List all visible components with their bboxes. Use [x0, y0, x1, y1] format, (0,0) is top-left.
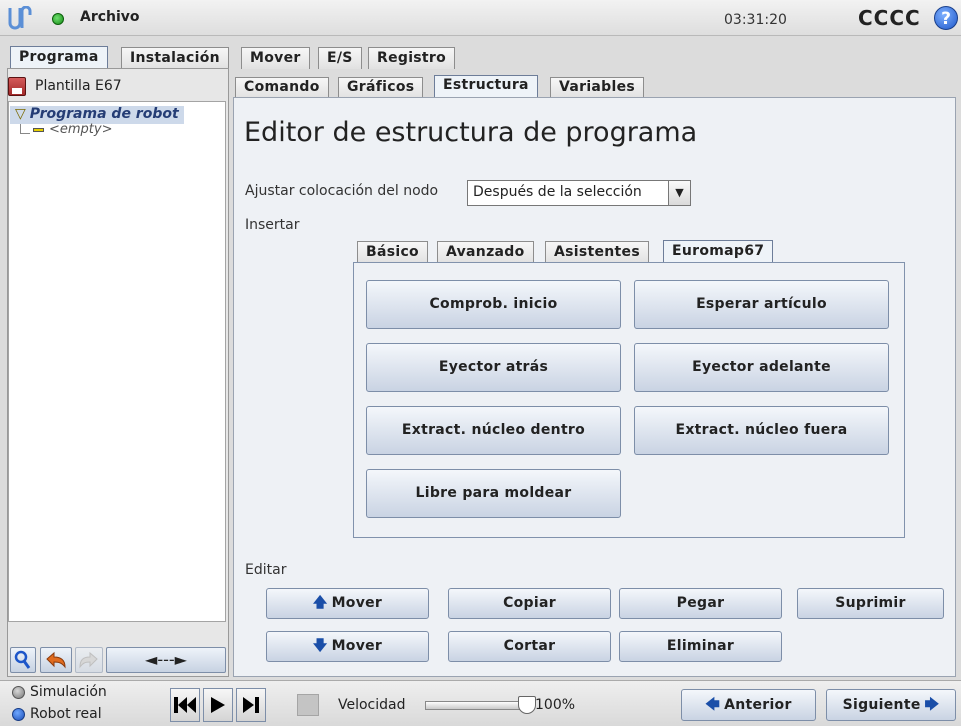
chevron-down-icon[interactable]: ▼ [668, 181, 690, 205]
play-button[interactable] [203, 688, 233, 722]
check-start-button[interactable]: Comprob. inicio [366, 280, 621, 329]
arrow-down-icon: 🡇 [312, 638, 328, 654]
arrow-left-icon: 🡄 [705, 697, 721, 713]
play-icon [211, 697, 225, 713]
placement-label: Ajustar colocación del nodo [245, 183, 439, 199]
free-to-mould-button[interactable]: Libre para moldear [366, 469, 621, 518]
clock: 03:31:20 [724, 12, 787, 28]
core-pull-in-button[interactable]: Extract. núcleo dentro [366, 406, 621, 455]
tab-basico[interactable]: Básico [357, 241, 428, 263]
speed-value: 100% [535, 697, 576, 713]
tree-root-label: Programa de robot [29, 106, 179, 122]
move-up-button[interactable]: 🡅 Mover [266, 588, 429, 619]
placement-value: Después de la selección [473, 184, 642, 200]
tab-registro[interactable]: Registro [368, 47, 456, 69]
wait-part-button[interactable]: Esperar artículo [634, 280, 889, 329]
move-up-label: Mover [331, 595, 383, 611]
tab-graficos[interactable]: Gráficos [338, 77, 424, 98]
simulation-label: Simulación [30, 684, 107, 700]
arrow-up-icon: 🡅 [312, 595, 328, 611]
paste-button[interactable]: Pegar [619, 588, 782, 619]
template-row[interactable]: Plantilla E67 [8, 75, 223, 99]
speed-label: Velocidad [338, 697, 406, 713]
redo-icon [79, 651, 98, 669]
stop-button-wrap [269, 688, 325, 722]
next-button[interactable]: Siguiente 🡆 [826, 689, 956, 721]
speed-slider[interactable] [425, 701, 529, 710]
placement-select[interactable]: Después de la selección ▼ [467, 180, 691, 206]
search-button[interactable] [10, 647, 36, 673]
delete-button[interactable]: Suprimir [797, 588, 944, 619]
remove-button[interactable]: Eliminar [619, 631, 782, 662]
move-down-label: Mover [331, 638, 383, 654]
tree-empty-node[interactable]: <empty> [49, 122, 113, 137]
file-menu[interactable]: Archivo [80, 9, 140, 25]
collapse-triangle-icon[interactable]: ▽ [15, 106, 26, 122]
help-icon[interactable]: ? [934, 6, 958, 30]
real-robot-radio[interactable] [12, 708, 25, 721]
undo-icon [46, 651, 66, 669]
tab-estructura[interactable]: Estructura [434, 75, 538, 98]
tab-variables[interactable]: Variables [550, 77, 645, 98]
copy-button[interactable]: Copiar [448, 588, 611, 619]
speed-fill [426, 702, 528, 709]
next-label: Siguiente [842, 697, 921, 713]
tab-euromap67[interactable]: Euromap67 [663, 240, 774, 264]
ejector-forward-button[interactable]: Eyector adelante [634, 343, 889, 392]
page-title: Editor de estructura de programa [244, 117, 698, 148]
cut-button[interactable]: Cortar [448, 631, 611, 662]
simulation-radio[interactable] [12, 686, 25, 699]
program-tree[interactable]: ▽ Programa de robot <empty> [8, 101, 226, 622]
insert-label: Insertar [245, 217, 300, 233]
robot-status-icon [52, 13, 64, 25]
tree-connector [20, 124, 30, 134]
undo-button[interactable] [40, 647, 72, 673]
tab-avanzado[interactable]: Avanzado [437, 241, 534, 263]
core-pull-out-button[interactable]: Extract. núcleo fuera [634, 406, 889, 455]
save-icon[interactable] [8, 77, 26, 96]
tab-instalacion[interactable]: Instalación [121, 47, 229, 69]
speed-slider-handle[interactable] [518, 696, 536, 714]
template-name: Plantilla E67 [35, 78, 122, 94]
redo-button[interactable] [75, 647, 103, 673]
ejector-back-button[interactable]: Eyector atrás [366, 343, 621, 392]
skip-back-button[interactable] [170, 688, 200, 722]
tab-comando[interactable]: Comando [235, 77, 329, 98]
tab-programa[interactable]: Programa [10, 46, 108, 70]
edit-label: Editar [245, 562, 287, 578]
empty-node-icon [33, 128, 44, 132]
move-down-button[interactable]: 🡇 Mover [266, 631, 429, 662]
collapse-arrows-button[interactable]: ◄---► [106, 647, 226, 673]
step-icon [243, 697, 259, 713]
tab-mover[interactable]: Mover [241, 47, 310, 69]
robot-name: CCCC [858, 6, 921, 30]
ur-logo-icon [8, 6, 32, 30]
previous-button[interactable]: 🡄 Anterior [681, 689, 816, 721]
search-icon [14, 650, 31, 669]
step-button[interactable] [236, 688, 266, 722]
top-bar [0, 0, 961, 36]
skip-back-icon [174, 697, 196, 713]
real-robot-label: Robot real [30, 706, 102, 722]
tab-asistentes[interactable]: Asistentes [545, 241, 649, 263]
previous-label: Anterior [724, 697, 792, 713]
tab-es[interactable]: E/S [318, 47, 362, 69]
arrow-right-icon: 🡆 [924, 697, 940, 713]
stop-icon[interactable] [297, 694, 319, 716]
